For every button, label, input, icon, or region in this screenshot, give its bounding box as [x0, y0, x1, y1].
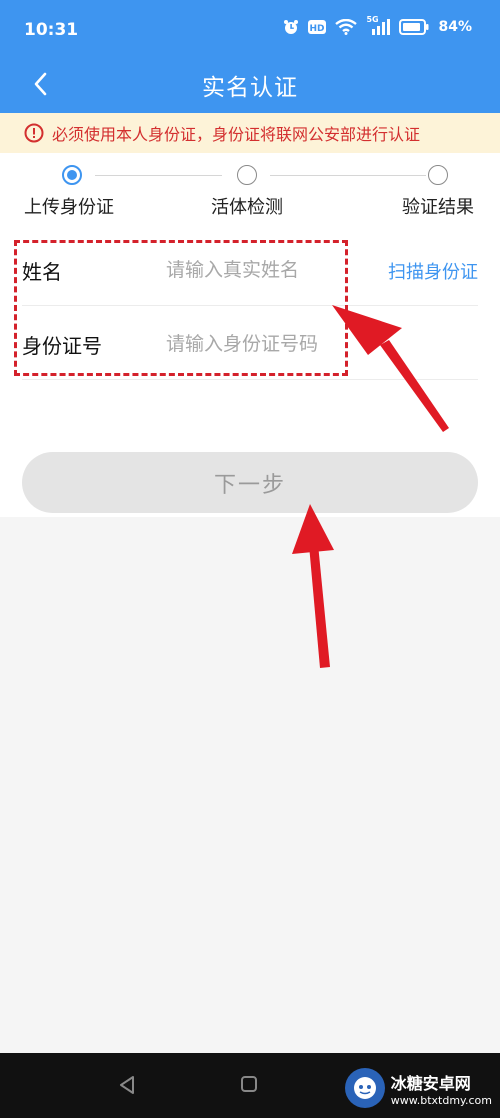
warning-text: 必须使用本人身份证，身份证将联网公安部进行认证 — [52, 125, 421, 144]
alarm-icon — [284, 20, 299, 34]
scan-id-link[interactable]: 扫描身份证 — [388, 258, 478, 284]
home-square-icon[interactable] — [240, 1075, 258, 1093]
step-connector — [95, 175, 222, 176]
watermark-url: www.btxtdmy.com — [390, 1093, 492, 1107]
arrow-to-button-icon — [292, 504, 334, 668]
id-number-label: 身份证号 — [22, 334, 102, 358]
watermark-name: 冰糖安卓网 — [390, 1073, 471, 1093]
step-1-indicator — [62, 165, 82, 185]
next-step-button[interactable]: 下一步 — [22, 452, 478, 513]
id-number-row: 身份证号 — [22, 306, 478, 380]
watermark: 冰糖安卓网 www.btxtdmy.com — [344, 1068, 492, 1108]
battery-icon — [399, 19, 429, 35]
wifi-icon — [335, 19, 358, 35]
name-label: 姓名 — [22, 260, 62, 284]
id-number-input[interactable] — [164, 324, 358, 364]
battery-percent: 84% — [438, 19, 472, 35]
warning-icon — [24, 123, 44, 143]
step-3-label: 验证结果 — [402, 197, 474, 218]
step-2-label: 活体检测 — [211, 197, 283, 218]
watermark-logo-icon — [344, 1068, 385, 1108]
progress-steps: 上传身份证 活体检测 验证结果 — [0, 153, 500, 232]
step-3-indicator — [428, 165, 448, 185]
id-form: 姓名 扫描身份证 身份证号 下一步 — [0, 232, 500, 517]
page-title: 实名认证 — [202, 75, 298, 101]
status-time: 10:31 — [24, 20, 79, 40]
step-connector — [270, 175, 426, 176]
back-triangle-icon[interactable] — [118, 1075, 136, 1095]
step-2-indicator — [237, 165, 257, 185]
signal-icon: 5G — [366, 15, 391, 35]
step-1-label: 上传身份证 — [24, 197, 114, 218]
name-row: 姓名 扫描身份证 — [22, 232, 478, 306]
svg-text:HD: HD — [310, 24, 325, 34]
nav-bar: 实名认证 — [0, 58, 500, 113]
name-input[interactable] — [164, 250, 358, 290]
status-icons: HD 5G 84% — [283, 15, 472, 35]
status-bar: 10:31 HD 5G 84% — [0, 0, 500, 58]
hd-icon: HD — [308, 20, 327, 34]
warning-banner: 必须使用本人身份证，身份证将联网公安部进行认证 — [0, 113, 500, 153]
